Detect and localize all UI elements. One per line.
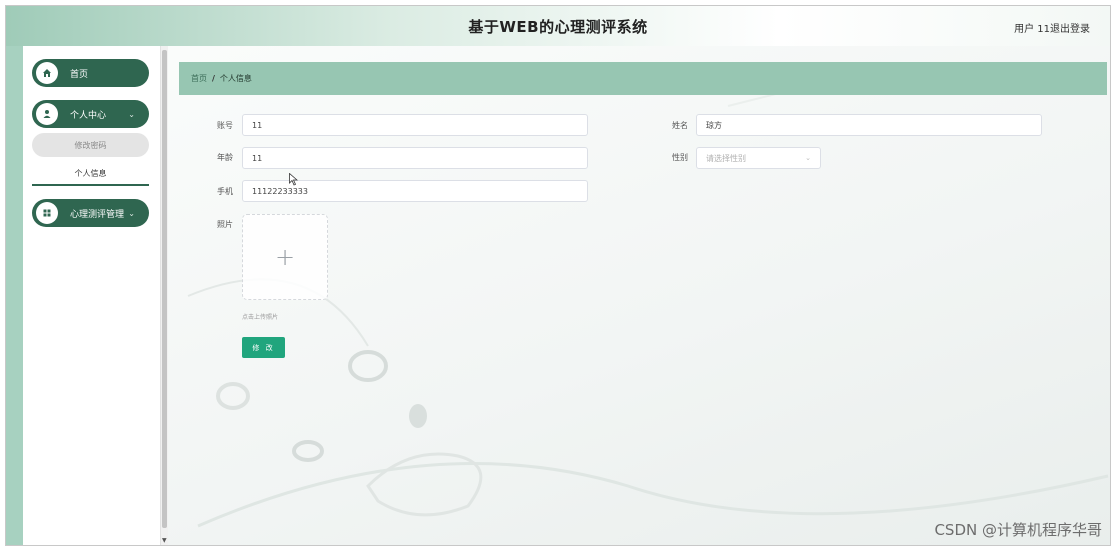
age-field[interactable]: 11 [242,147,588,169]
scroll-down-arrow-icon[interactable]: ▼ [162,537,167,544]
breadcrumb-separator: / [212,74,215,83]
name-field[interactable]: 琼方 [696,114,1042,136]
left-accent-strip [6,46,23,545]
sidebar-scrollbar[interactable]: ▼ [160,46,168,545]
sidebar-subitem-personal-info[interactable]: 个人信息 [32,162,149,186]
breadcrumb-home-link[interactable]: 首页 [191,73,207,84]
breadcrumb-current: 个人信息 [219,74,252,83]
sidebar-item-home[interactable]: 首页 [32,59,149,87]
account-field[interactable]: 11 [242,114,588,136]
chevron-down-icon: ⌄ [805,154,811,162]
sidebar-item-label: 个人中心 [70,110,107,121]
gender-select[interactable]: 请选择性别 ⌄ [696,147,821,169]
sidebar-item-personal-center[interactable]: 个人中心 ⌄ [32,100,149,128]
age-label: 年龄 [217,153,233,162]
account-label: 账号 [217,121,233,130]
sidebar-item-label: 心理测评管理 [70,209,125,220]
grid-icon [36,202,58,224]
sidebar-subitem-change-password[interactable]: 修改密码 [32,133,149,157]
gender-label: 性别 [672,153,688,162]
plus-icon: + [274,243,296,271]
chevron-down-icon: ⌄ [128,208,135,218]
system-title: 基于WEB的心理测评系统 [468,17,648,36]
photo-label: 照片 [217,220,233,229]
name-label: 姓名 [672,121,688,130]
scrollbar-thumb[interactable] [162,50,167,528]
app-window: 基于WEB的心理测评系统 用户 11 退出登录 首页 个人中心 ⌄ 修改密码 个… [5,5,1111,546]
sidebar-item-label: 首页 [70,69,89,80]
mouse-cursor-icon [289,173,298,186]
watermark-text: CSDN @计算机程序华哥 [934,521,1102,539]
chevron-down-icon: ⌄ [128,109,135,119]
current-user-label: 用户 11 [1014,24,1050,35]
upload-tip-text: 点击上传照片 [242,314,279,321]
top-header: 基于WEB的心理测评系统 用户 11 退出登录 [6,6,1110,46]
logout-link[interactable]: 退出登录 [1050,20,1090,35]
main-content: 首页 / 个人信息 账号 11 姓名 琼方 年龄 11 性别 请选择性别 ⌄ 手… [168,46,1110,545]
sidebar-item-assessment-management[interactable]: 心理测评管理 ⌄ [32,199,149,227]
breadcrumb: 首页 / 个人信息 [179,62,1107,95]
home-icon [36,62,58,84]
phone-label: 手机 [217,187,233,196]
gender-select-placeholder: 请选择性别 [706,153,746,163]
sidebar: 首页 个人中心 ⌄ 修改密码 个人信息 心理测评管理 ⌄ [23,46,160,545]
user-icon [36,103,58,125]
save-button[interactable]: 修 改 [242,337,285,358]
photo-upload-box[interactable]: + [242,214,328,300]
